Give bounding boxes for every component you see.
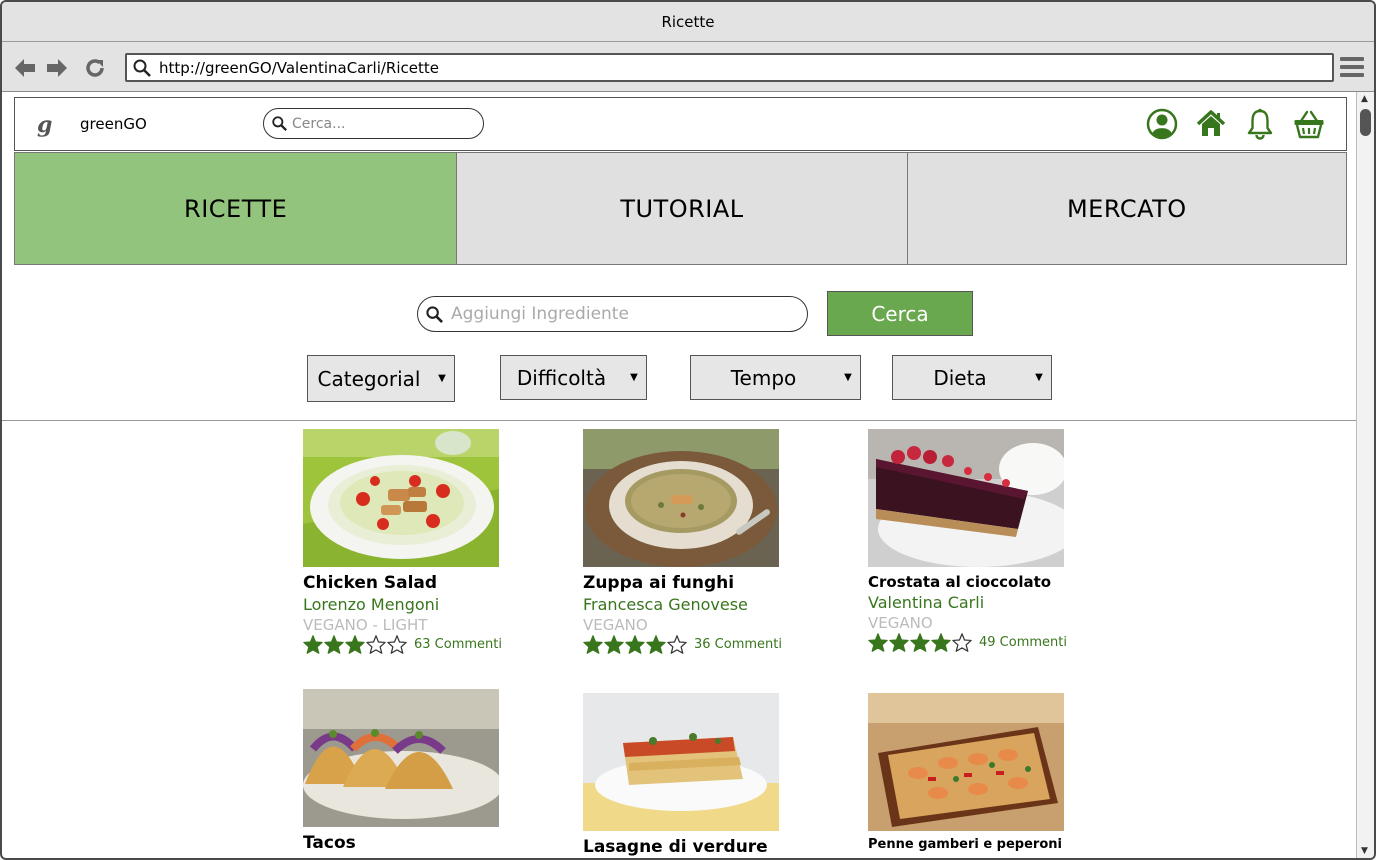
address-bar[interactable]: http://greenGO/ValentinaCarli/Ricette <box>125 53 1334 82</box>
star-rating <box>303 635 408 654</box>
notification-bell-icon[interactable] <box>1244 108 1276 140</box>
search-button[interactable]: Cerca <box>827 291 973 336</box>
main-tabs: RICETTE TUTORIAL MERCATO <box>14 152 1347 265</box>
recipe-card[interactable]: Chicken Salad Lorenzo Mengoni VEGANO - L… <box>303 429 503 654</box>
scroll-up-arrow-icon[interactable]: ▲ <box>1361 94 1368 104</box>
recipe-tags: VEGANO <box>868 614 933 632</box>
comments-link[interactable]: 36 Commenti <box>694 637 782 652</box>
brand-name[interactable]: greenGO <box>80 115 147 133</box>
tab-ricette[interactable]: RICETTE <box>15 153 458 264</box>
star-filled-icon <box>889 633 909 652</box>
recipe-card[interactable]: Zuppa ai funghi Francesca Genovese VEGAN… <box>583 429 783 654</box>
recipe-tags: VEGANO - LIGHT <box>303 616 428 634</box>
tab-tutorial[interactable]: TUTORIAL <box>457 153 908 264</box>
star-filled-icon <box>324 635 344 654</box>
dropdown-label: Tempo <box>730 365 797 390</box>
star-empty-icon <box>667 635 687 654</box>
browser-toolbar: http://greenGO/ValentinaCarli/Ricette <box>2 42 1374 92</box>
window-title: Ricette <box>661 12 715 31</box>
ingredient-search-placeholder: Aggiungi Ingrediente <box>451 304 629 324</box>
recipe-title[interactable]: Zuppa ai funghi <box>583 573 783 593</box>
recipe-author[interactable]: Lorenzo Mengoni <box>303 595 503 614</box>
star-filled-icon <box>583 635 603 654</box>
recipe-photo[interactable] <box>583 429 779 567</box>
recipe-title[interactable]: Tacos <box>303 833 503 853</box>
hamburger-menu-icon[interactable] <box>1340 56 1364 78</box>
tab-label: RICETTE <box>184 194 288 223</box>
recipe-title[interactable]: Crostata al cioccolato <box>868 573 1068 591</box>
vertical-scrollbar[interactable]: ▲ ▼ <box>1356 92 1374 858</box>
header-search-placeholder: Cerca... <box>292 115 346 132</box>
section-divider <box>2 420 1358 421</box>
star-filled-icon <box>931 633 951 652</box>
browser-window: Ricette http://greenGO/ValentinaCarli/Ri… <box>0 0 1376 860</box>
header-search-input[interactable]: Cerca... <box>263 108 484 139</box>
star-empty-icon <box>366 635 386 654</box>
search-icon <box>133 59 151 77</box>
tab-mercato[interactable]: MERCATO <box>907 153 1346 264</box>
reload-icon[interactable] <box>82 55 108 81</box>
recipe-photo[interactable] <box>303 689 499 827</box>
star-filled-icon <box>910 633 930 652</box>
recipe-title[interactable]: Lasagne di verdure <box>583 837 783 857</box>
star-filled-icon <box>625 635 645 654</box>
filter-dieta-dropdown[interactable]: Dieta ▼ <box>892 355 1052 400</box>
star-filled-icon <box>646 635 666 654</box>
star-empty-icon <box>387 635 407 654</box>
tab-label: TUTORIAL <box>620 194 744 223</box>
star-filled-icon <box>604 635 624 654</box>
logo-icon[interactable]: g <box>37 112 52 138</box>
back-arrow-icon[interactable] <box>12 55 38 81</box>
scrollbar-thumb[interactable] <box>1360 109 1371 136</box>
recipe-rating: 63 Commenti <box>303 635 503 654</box>
forward-arrow-icon[interactable] <box>44 55 70 81</box>
caret-down-icon: ▼ <box>438 373 446 384</box>
search-icon <box>426 305 443 323</box>
recipe-card[interactable]: Crostata al cioccolato Valentina Carli V… <box>868 429 1068 652</box>
recipe-photo[interactable] <box>868 429 1064 567</box>
shopping-basket-icon[interactable] <box>1293 108 1325 140</box>
recipe-photo[interactable] <box>303 429 499 567</box>
star-rating <box>868 633 973 652</box>
dropdown-label: Dieta <box>933 365 987 390</box>
recipe-card[interactable]: Tacos <box>303 689 503 853</box>
filter-tempo-dropdown[interactable]: Tempo ▼ <box>690 355 861 400</box>
recipe-rating: 49 Commenti <box>868 633 1068 652</box>
recipe-author[interactable]: Francesca Genovese <box>583 595 783 614</box>
site-header: g greenGO Cerca... <box>14 97 1347 151</box>
filter-categoria-dropdown[interactable]: Categorial ▼ <box>307 355 455 402</box>
recipe-photo[interactable] <box>583 693 779 831</box>
search-icon <box>272 116 287 131</box>
scroll-down-arrow-icon[interactable]: ▼ <box>1361 846 1368 856</box>
star-empty-icon <box>952 633 972 652</box>
recipe-title[interactable]: Penne gamberi e peperoni <box>868 837 1068 852</box>
recipe-card[interactable]: Penne gamberi e peperoni <box>868 693 1068 852</box>
recipe-author[interactable]: Valentina Carli <box>868 593 1068 612</box>
dropdown-label: Difficoltà <box>516 365 607 390</box>
star-rating <box>583 635 688 654</box>
star-filled-icon <box>345 635 365 654</box>
star-filled-icon <box>868 633 888 652</box>
caret-down-icon: ▼ <box>1035 372 1043 383</box>
recipe-tags: VEGANO <box>583 616 648 634</box>
recipe-rating: 36 Commenti <box>583 635 783 654</box>
ingredient-search-input[interactable]: Aggiungi Ingrediente <box>417 296 808 332</box>
user-profile-icon[interactable] <box>1146 108 1178 140</box>
recipe-card[interactable]: Lasagne di verdure <box>583 693 783 857</box>
caret-down-icon: ▼ <box>844 372 852 383</box>
url-text: http://greenGO/ValentinaCarli/Ricette <box>159 58 439 77</box>
home-icon[interactable] <box>1195 108 1227 140</box>
recipe-title[interactable]: Chicken Salad <box>303 573 503 593</box>
page-viewport: g greenGO Cerca... RICETTE TUTORIAL MERC… <box>2 92 1358 858</box>
star-filled-icon <box>303 635 323 654</box>
dropdown-label: Categorial <box>317 366 421 391</box>
filter-difficolta-dropdown[interactable]: Difficoltà ▼ <box>500 355 647 400</box>
comments-link[interactable]: 49 Commenti <box>979 635 1067 650</box>
recipe-photo[interactable] <box>868 693 1064 831</box>
caret-down-icon: ▼ <box>630 372 638 383</box>
comments-link[interactable]: 63 Commenti <box>414 637 502 652</box>
tab-label: MERCATO <box>1066 194 1187 223</box>
window-titlebar: Ricette <box>2 2 1374 42</box>
